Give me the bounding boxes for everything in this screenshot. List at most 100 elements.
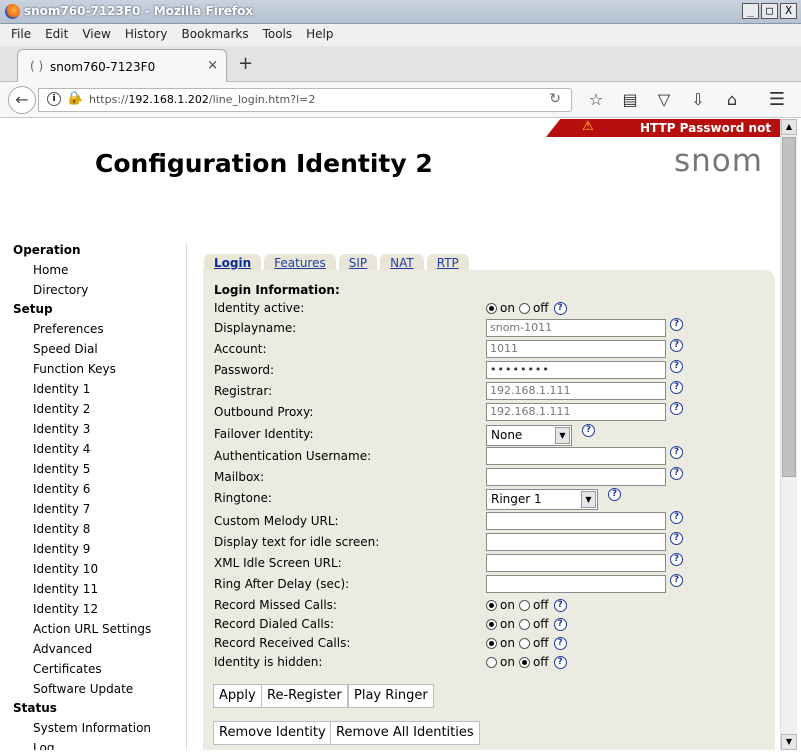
help-icon[interactable]: ? <box>670 574 683 587</box>
minimize-button[interactable]: _ <box>742 3 759 19</box>
sidebar-item[interactable]: Log <box>13 738 183 750</box>
address-bar[interactable]: i 🔒 ▲ https://192.168.1.202/line_login.h… <box>38 88 572 112</box>
play-ringer-button[interactable]: Play Ringer <box>348 684 434 708</box>
sidebar-item[interactable]: Speed Dial <box>13 339 183 359</box>
url-text[interactable]: https://192.168.1.202/line_login.htm?l=2 <box>89 93 315 106</box>
help-icon[interactable]: ? <box>670 511 683 524</box>
home-icon[interactable]: ⌂ <box>720 88 744 112</box>
outbound-proxy-input[interactable]: 192.168.1.111 <box>486 403 666 421</box>
xml-idle-label: XML Idle Screen URL: <box>214 556 342 570</box>
info-icon[interactable]: i <box>47 92 61 106</box>
received-off-radio[interactable] <box>518 637 530 649</box>
maximize-button[interactable]: □ <box>761 3 778 19</box>
help-icon[interactable]: ? <box>670 467 683 480</box>
page-loading-icon: ( ) <box>30 59 44 73</box>
reading-list-icon[interactable]: ▤ <box>618 88 642 112</box>
ring-delay-input[interactable] <box>486 575 666 593</box>
auth-username-input[interactable] <box>486 447 666 465</box>
failover-select[interactable]: None ▼ <box>486 425 572 446</box>
identity-active-off-radio[interactable] <box>518 302 530 314</box>
registrar-input[interactable]: 192.168.1.111 <box>486 382 666 400</box>
menu-bookmarks[interactable]: Bookmarks <box>175 24 256 46</box>
help-icon[interactable]: ? <box>670 446 683 459</box>
apply-button[interactable]: Apply <box>213 684 262 708</box>
melody-url-input[interactable] <box>486 512 666 530</box>
help-icon[interactable]: ? <box>608 488 621 501</box>
menu-hamburger-icon[interactable]: ☰ <box>769 89 785 110</box>
sidebar-item[interactable]: Identity 11 <box>13 579 183 599</box>
menu-view[interactable]: View <box>75 24 117 46</box>
browser-tab[interactable]: ( ) snom760-7123F0 × <box>17 49 227 82</box>
help-icon[interactable]: ? <box>553 598 567 612</box>
sidebar-item[interactable]: Identity 1 <box>13 379 183 399</box>
sidebar-item[interactable]: Identity 8 <box>13 519 183 539</box>
help-icon[interactable]: ? <box>582 424 595 437</box>
help-icon[interactable]: ? <box>670 339 683 352</box>
sidebar-item[interactable]: Software Update <box>13 679 183 699</box>
menu-tools[interactable]: Tools <box>256 24 300 46</box>
sidebar-item[interactable]: Identity 12 <box>13 599 183 619</box>
sidebar-item[interactable]: Identity 6 <box>13 479 183 499</box>
close-window-button[interactable]: X <box>780 3 797 19</box>
password-warning-banner[interactable]: ⚠ HTTP Password not set! <box>546 119 780 137</box>
sidebar-item[interactable]: Home <box>13 260 183 280</box>
help-icon[interactable]: ? <box>670 360 683 373</box>
identity-active-on-radio[interactable] <box>486 302 497 314</box>
sidebar-item[interactable]: Preferences <box>13 319 183 339</box>
displayname-input[interactable]: snom-1011 <box>486 319 666 337</box>
sidebar-item[interactable]: Action URL Settings <box>13 619 183 639</box>
dialed-off-radio[interactable] <box>518 618 530 630</box>
sidebar-item[interactable]: Identity 5 <box>13 459 183 479</box>
sidebar-item[interactable]: Identity 3 <box>13 419 183 439</box>
sidebar-item[interactable]: System Information <box>13 718 183 738</box>
sidebar-item[interactable]: Directory <box>13 280 183 300</box>
pocket-icon[interactable]: ▽ <box>652 88 676 112</box>
scroll-up-arrow-icon[interactable]: ▲ <box>781 119 797 135</box>
mailbox-input[interactable] <box>486 468 666 486</box>
sidebar-item[interactable]: Advanced <box>13 639 183 659</box>
close-tab-icon[interactable]: × <box>207 58 218 73</box>
scroll-down-arrow-icon[interactable]: ▼ <box>781 734 797 750</box>
xml-idle-input[interactable] <box>486 554 666 572</box>
sidebar-item[interactable]: Function Keys <box>13 359 183 379</box>
back-button[interactable]: ← <box>8 86 36 114</box>
sidebar-item[interactable]: Identity 9 <box>13 539 183 559</box>
help-icon[interactable]: ? <box>670 381 683 394</box>
menu-help[interactable]: Help <box>299 24 340 46</box>
ringtone-select[interactable]: Ringer 1 ▼ <box>486 489 598 510</box>
hidden-off-radio[interactable] <box>518 656 530 668</box>
help-icon[interactable]: ? <box>553 636 567 650</box>
help-icon[interactable]: ? <box>670 402 683 415</box>
missed-off-radio[interactable] <box>518 599 530 611</box>
scrollbar-thumb[interactable] <box>782 137 796 477</box>
sidebar-item[interactable]: Identity 7 <box>13 499 183 519</box>
download-icon[interactable]: ⇩ <box>686 88 710 112</box>
bookmark-star-icon[interactable]: ☆ <box>584 88 608 112</box>
help-icon[interactable]: ? <box>553 301 567 315</box>
password-input[interactable]: •••••••• <box>486 361 666 379</box>
help-icon[interactable]: ? <box>670 553 683 566</box>
sidebar-item[interactable]: Identity 2 <box>13 399 183 419</box>
missed-on-radio[interactable] <box>486 599 497 611</box>
menu-edit[interactable]: Edit <box>38 24 75 46</box>
hidden-on-radio[interactable] <box>486 656 497 668</box>
new-tab-button[interactable]: + <box>238 53 253 74</box>
page-scrollbar[interactable]: ▲ ▼ <box>780 119 797 750</box>
account-input[interactable]: 1011 <box>486 340 666 358</box>
reload-icon[interactable]: ↻ <box>549 91 561 107</box>
help-icon[interactable]: ? <box>553 655 567 669</box>
received-on-radio[interactable] <box>486 637 497 649</box>
help-icon[interactable]: ? <box>670 318 683 331</box>
help-icon[interactable]: ? <box>553 617 567 631</box>
help-icon[interactable]: ? <box>670 532 683 545</box>
idle-text-input[interactable] <box>486 533 666 551</box>
sidebar-item[interactable]: Certificates <box>13 659 183 679</box>
menu-history[interactable]: History <box>118 24 175 46</box>
dialed-on-radio[interactable] <box>486 618 497 630</box>
remove-all-identities-button[interactable]: Remove All Identities <box>330 721 480 745</box>
menu-file[interactable]: File <box>4 24 38 46</box>
sidebar-item[interactable]: Identity 10 <box>13 559 183 579</box>
remove-identity-button[interactable]: Remove Identity <box>213 721 332 745</box>
sidebar-item[interactable]: Identity 4 <box>13 439 183 459</box>
reregister-button[interactable]: Re-Register <box>261 684 348 708</box>
